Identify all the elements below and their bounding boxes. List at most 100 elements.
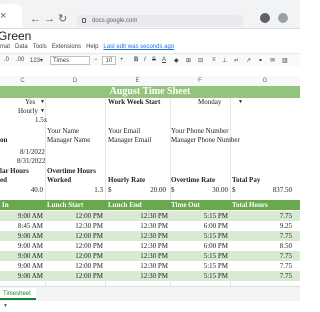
cell-time-in[interactable]: 9:00 AM <box>0 241 43 251</box>
cell-time-out[interactable]: 5:15 PM <box>170 231 228 241</box>
valign-icon[interactable]: ⊥ <box>222 57 227 64</box>
forward-icon[interactable]: → <box>44 14 55 25</box>
comment-icon[interactable]: ✉ <box>270 57 275 64</box>
cell-time-out[interactable]: 5:15 PM <box>170 271 228 281</box>
column-header-e[interactable]: E <box>105 76 170 86</box>
close-icon[interactable]: × <box>0 11 6 22</box>
cell-time-in[interactable]: 9:00 AM <box>0 271 43 281</box>
cell-total-hours[interactable]: 7.75 <box>230 271 292 281</box>
cell-total-hours[interactable]: 7.75 <box>230 261 292 271</box>
strikethrough-button[interactable]: S <box>152 57 156 63</box>
back-icon[interactable]: ← <box>30 14 41 25</box>
regular-hours-label-2[interactable]: ed <box>0 176 7 185</box>
sheet-tab-timesheet[interactable]: Timesheet ▼ <box>0 288 36 309</box>
your-phone[interactable]: Your Phone Number <box>171 127 229 136</box>
chart-icon[interactable]: ▥ <box>282 57 288 64</box>
overtime-hours-value[interactable]: 1.3 <box>45 186 103 195</box>
browser-tab[interactable]: × <box>0 4 22 28</box>
cell-time-out[interactable]: 5:15 PM <box>170 261 228 271</box>
chevron-down-icon[interactable]: ▼ <box>3 303 8 309</box>
dropdown-icon[interactable]: ▼ <box>40 107 45 116</box>
cell-lunch-end[interactable]: 12:30 PM <box>105 261 168 271</box>
overtime-rate-label[interactable]: Overtime Rate <box>171 176 215 185</box>
link-icon[interactable]: ⚭ <box>258 57 263 64</box>
merge-cells-icon[interactable]: ⊟ <box>198 57 203 64</box>
yes-value[interactable]: Yes <box>25 98 35 107</box>
sheet-title[interactable]: August Time Sheet <box>0 86 300 98</box>
cell-total-hours[interactable]: 7.75 <box>230 231 292 241</box>
manager-email[interactable]: Manager Email <box>108 136 151 145</box>
cell-lunch-end[interactable]: 12:30 PM <box>105 211 168 221</box>
total-pay-value[interactable]: 837.50 <box>240 186 292 195</box>
more-formats-icon[interactable]: 123▾ <box>30 57 43 64</box>
wrap-icon[interactable]: ↵ <box>234 57 239 64</box>
cell-lunch-end[interactable]: 12:30 PM <box>105 241 168 251</box>
regular-hours-value[interactable]: 40.0 <box>0 186 43 195</box>
bold-button[interactable]: B <box>134 57 138 63</box>
reload-icon[interactable]: ↻ <box>58 14 67 25</box>
overtime-multiplier[interactable]: 1.5x <box>35 116 47 125</box>
overtime-hours-label[interactable]: Overtime Hours <box>47 167 96 176</box>
format-decimal-icon[interactable]: .00 <box>16 57 24 63</box>
regular-hours-label[interactable]: lar Hours <box>0 167 29 176</box>
dropdown-icon[interactable]: ▼ <box>40 98 45 107</box>
menu-item-data[interactable]: Data <box>15 44 28 50</box>
cell-lunch-start[interactable]: 12:30 PM <box>45 221 103 231</box>
cell-lunch-start[interactable]: 12:00 PM <box>45 211 103 221</box>
cell-lunch-end[interactable]: 12:30 PM <box>105 271 168 281</box>
cell-lunch-start[interactable]: 12:00 PM <box>45 261 103 271</box>
last-edit-link[interactable]: Last edit was seconds ago <box>103 44 174 50</box>
date-start[interactable]: 8/1/2022 <box>20 148 45 157</box>
cell-time-in[interactable]: 9:00 AM <box>0 251 43 261</box>
total-pay-label[interactable]: Total Pay <box>232 176 260 185</box>
rotate-icon[interactable]: ↗ <box>246 57 251 64</box>
cell-lunch-start[interactable]: 12:00 PM <box>45 231 103 241</box>
cell-time-out[interactable]: 6:00 PM <box>170 221 228 231</box>
font-size-input[interactable]: 10 <box>102 56 116 65</box>
cell-time-out[interactable]: 5:15 PM <box>170 211 228 221</box>
font-size-increase-icon[interactable]: + <box>120 57 124 63</box>
cell-time-in[interactable]: 9:00 AM <box>0 261 43 271</box>
cell-time-in[interactable]: 9:00 AM <box>0 211 43 221</box>
column-header-f[interactable]: F <box>170 76 230 86</box>
extension-icon[interactable] <box>260 13 270 23</box>
cell-total-hours[interactable]: 7.75 <box>230 251 292 261</box>
text-color-button[interactable]: A <box>162 57 166 63</box>
worked-label[interactable]: Worked <box>47 176 71 185</box>
menu-item-format[interactable]: mat <box>0 44 10 50</box>
header-lunch-end[interactable]: Lunch End <box>108 201 142 210</box>
menu-item-help[interactable]: Help <box>86 44 98 50</box>
manager-phone[interactable]: Manager Phone Number <box>171 136 240 145</box>
manager-name[interactable]: Manager Name <box>47 136 90 145</box>
cell-lunch-end[interactable]: 12:30 PM <box>105 221 168 231</box>
cell-time-in[interactable]: 8:45 AM <box>0 221 43 231</box>
font-size-decrease-icon[interactable]: − <box>94 57 98 63</box>
work-week-start-label[interactable]: Work Week Start <box>108 98 160 107</box>
align-icon[interactable]: ≡ <box>212 57 216 63</box>
cell-lunch-end[interactable]: 12:30 PM <box>105 231 168 241</box>
employee-label[interactable]: on <box>0 136 7 145</box>
column-header-d[interactable]: D <box>45 76 105 86</box>
cell-time-out[interactable]: 6:00 PM <box>170 241 228 251</box>
cell-total-hours[interactable]: 7.75 <box>230 211 292 221</box>
date-end[interactable]: 8/31/2022 <box>17 157 45 166</box>
cell-time-in[interactable]: 9:00 AM <box>0 231 43 241</box>
chevron-down-icon[interactable]: ▼ <box>238 98 243 107</box>
profile-icon[interactable] <box>278 13 288 23</box>
overtime-rate-value[interactable]: 30.00 <box>178 186 228 195</box>
menu-item-tools[interactable]: Tools <box>33 44 47 50</box>
hourly-rate-value[interactable]: 20.00 <box>115 186 166 195</box>
cell-lunch-end[interactable]: 12:30 PM <box>105 251 168 261</box>
header-time-in[interactable]: In <box>2 201 9 210</box>
borders-icon[interactable]: ⊞ <box>186 57 191 64</box>
italic-button[interactable]: I <box>144 57 146 63</box>
cell-lunch-start[interactable]: 12:00 PM <box>45 241 103 251</box>
format-number-icon[interactable]: .0 <box>4 57 9 63</box>
header-lunch-start[interactable]: Lunch Start <box>47 201 83 210</box>
font-family-select[interactable]: Times New... <box>50 56 90 73</box>
fill-color-icon[interactable]: ◆ <box>174 57 179 64</box>
document-title[interactable]: Green <box>0 29 31 43</box>
pay-type-value[interactable]: Hourly <box>18 107 38 116</box>
header-time-out[interactable]: Time Out <box>171 201 200 210</box>
your-name[interactable]: Your Name <box>47 127 79 136</box>
